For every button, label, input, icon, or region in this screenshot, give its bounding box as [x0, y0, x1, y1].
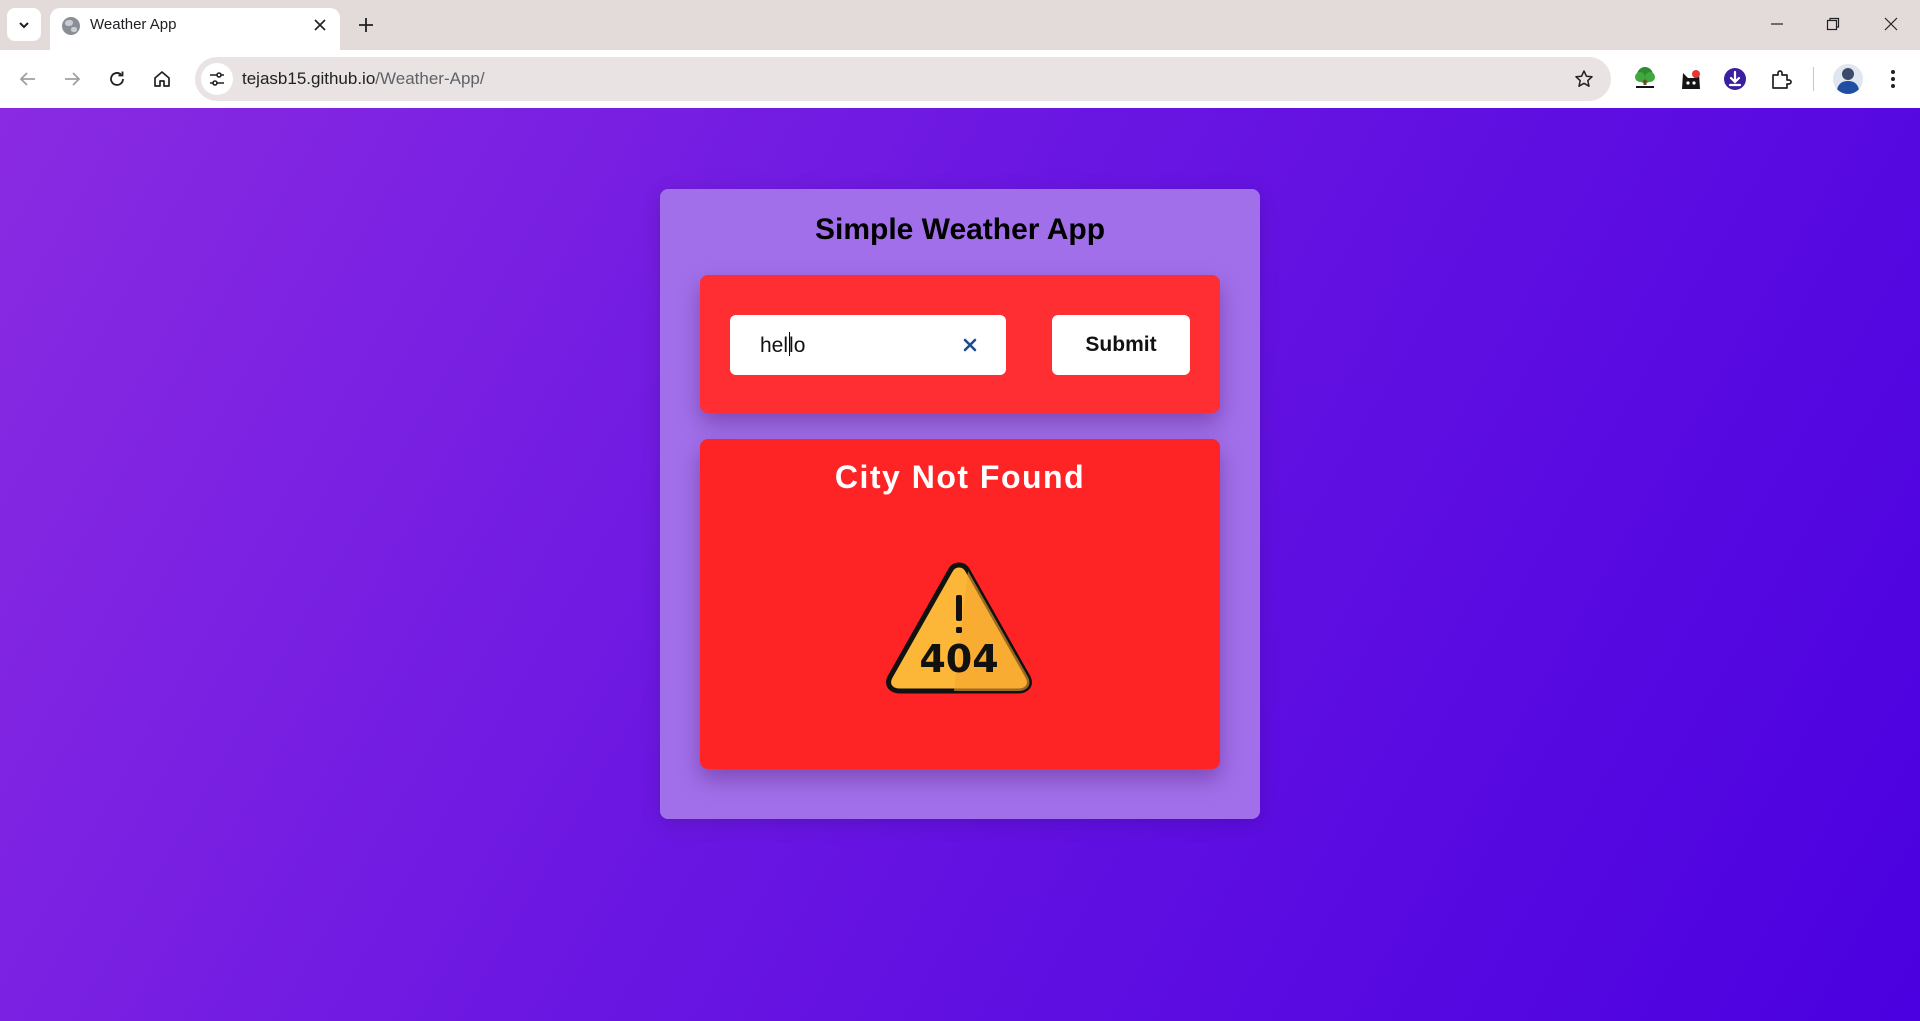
tab-search-button[interactable]: [7, 8, 41, 41]
warning-404-text: 404: [919, 637, 998, 681]
address-bar[interactable]: tejasb15.github.io/Weather-App/: [195, 57, 1611, 101]
reload-button[interactable]: [102, 64, 132, 94]
close-icon: [1884, 17, 1898, 31]
search-input-value: hello: [760, 332, 805, 358]
html-tree-extension-icon: [1635, 67, 1655, 91]
download-extension-icon: [1724, 68, 1746, 90]
plus-icon: [359, 18, 373, 32]
star-icon: [1575, 70, 1593, 87]
close-icon: [314, 19, 326, 31]
tab-close-button[interactable]: [308, 13, 332, 37]
chevron-down-icon: [19, 21, 29, 28]
dark-cat-extension-icon: [1682, 70, 1700, 89]
result-title: City Not Found: [834, 459, 1086, 495]
arrow-right-icon: [65, 72, 81, 86]
forward-button[interactable]: [57, 64, 87, 94]
back-button[interactable]: [13, 64, 43, 94]
html-tree-extension-button[interactable]: [1630, 64, 1660, 94]
reload-icon: [110, 71, 124, 86]
browser-toolbar: tejasb15.github.io/Weather-App/: [0, 50, 1920, 108]
profile-avatar[interactable]: [1833, 64, 1863, 94]
page-title: Simple Weather App: [814, 213, 1106, 246]
restore-button[interactable]: [1818, 10, 1848, 38]
arrow-left-icon: [19, 72, 35, 86]
browser-tab[interactable]: Weather App: [50, 8, 340, 50]
url-host: tejasb15.github.io: [242, 69, 376, 88]
page-viewport: Simple Weather App hello Submit City Not…: [0, 108, 1920, 1021]
warning-404-icon: 404: [886, 562, 1032, 694]
search-panel: hello Submit: [700, 275, 1220, 413]
tab-strip: Weather App: [0, 0, 1920, 50]
globe-icon: [62, 17, 80, 35]
result-panel: City Not Found 404: [700, 439, 1220, 769]
search-text-before-caret: hel: [760, 334, 789, 357]
clear-search-button[interactable]: [958, 333, 982, 357]
new-tab-button[interactable]: [352, 11, 380, 39]
bookmark-button[interactable]: [1571, 66, 1597, 92]
minimize-button[interactable]: [1762, 10, 1792, 38]
home-button[interactable]: [147, 64, 177, 94]
search-text-after-caret: lo: [789, 334, 806, 357]
tab-title: Weather App: [90, 16, 177, 33]
city-search-input[interactable]: hello: [730, 315, 1006, 375]
toolbar-divider: [1813, 67, 1814, 91]
tune-icon: [210, 72, 224, 86]
puzzle-extensions-icon: [1772, 70, 1792, 89]
browser-menu-button[interactable]: [1878, 64, 1908, 94]
window-close-button[interactable]: [1876, 10, 1906, 38]
submit-button[interactable]: Submit: [1052, 315, 1190, 375]
dark-cat-extension-button[interactable]: [1676, 64, 1706, 94]
more-vertical-icon: [1891, 70, 1895, 88]
download-extension-button[interactable]: [1720, 64, 1750, 94]
restore-icon: [1826, 17, 1840, 31]
home-icon: [154, 71, 170, 87]
weather-app-card: Simple Weather App hello Submit City Not…: [660, 189, 1260, 819]
url-text[interactable]: tejasb15.github.io/Weather-App/: [242, 69, 485, 89]
clear-x-icon: [963, 338, 977, 352]
minimize-icon: [1771, 23, 1783, 25]
url-path: /Weather-App/: [375, 69, 485, 88]
extensions-button[interactable]: [1766, 64, 1796, 94]
site-info-button[interactable]: [201, 63, 233, 95]
